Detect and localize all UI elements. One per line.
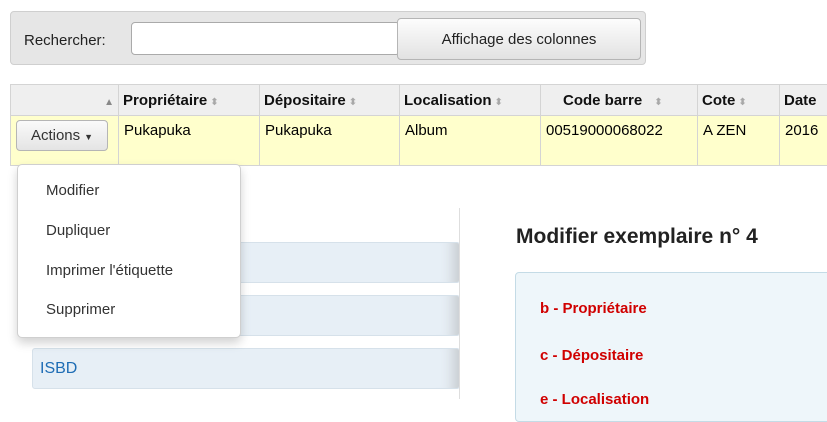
caret-down-icon: ▼ — [84, 132, 93, 142]
holder-cell: Pukapuka — [260, 116, 400, 166]
sort-icon: ⬍ — [210, 97, 218, 108]
header-label: Propriétaire — [123, 92, 207, 109]
sort-icon: ⬍ — [738, 97, 746, 108]
menu-item-print-label[interactable]: Imprimer l'étiquette — [46, 262, 173, 279]
menu-item-delete[interactable]: Supprimer — [46, 301, 115, 318]
actions-dropdown-menu: Modifier Dupliquer Imprimer l'étiquette … — [17, 164, 241, 338]
column-header-barcode[interactable]: Code barre ⬍ — [541, 85, 698, 116]
header-label: Dépositaire — [264, 92, 346, 109]
actions-dropdown-button[interactable]: Actions ▼ — [16, 120, 108, 151]
column-header-actions[interactable]: ▲ — [11, 85, 119, 116]
field-label-location: e - Localisation — [540, 391, 649, 408]
sort-icon: ⬍ — [349, 97, 357, 108]
menu-item-duplicate[interactable]: Dupliquer — [46, 222, 110, 239]
field-label-holder: c - Dépositaire — [540, 347, 643, 364]
table-header-row: ▲ Propriétaire⬍ Dépositaire⬍ Localisatio… — [11, 85, 827, 116]
header-label: Cote — [702, 92, 735, 109]
column-header-callnumber[interactable]: Cote⬍ — [698, 85, 780, 116]
barcode-cell: 00519000068022 — [541, 116, 698, 166]
sort-icon: ⬍ — [654, 97, 662, 108]
actions-cell: Actions ▼ — [11, 116, 119, 166]
header-label: Localisation — [404, 92, 492, 109]
sort-icon: ⬍ — [495, 97, 503, 108]
header-label: Code barre — [563, 92, 642, 109]
sidebar-item-isbd[interactable]: ISBD — [32, 348, 460, 389]
column-header-date[interactable]: Date — [780, 85, 827, 116]
sidebar-item-label: ISBD — [40, 360, 77, 378]
location-cell: Album — [400, 116, 541, 166]
menu-item-edit[interactable]: Modifier — [46, 182, 99, 199]
page-title: Modifier exemplaire n° 4 — [516, 225, 758, 249]
items-table: ▲ Propriétaire⬍ Dépositaire⬍ Localisatio… — [10, 84, 827, 166]
search-toolbar: Rechercher: Affichage des colonnes — [10, 11, 646, 65]
owner-cell: Pukapuka — [119, 116, 260, 166]
actions-label: Actions — [31, 127, 80, 144]
date-cell: 2016 — [780, 116, 827, 166]
table-row: Actions ▼ Pukapuka Pukapuka Album 0051900… — [11, 116, 827, 166]
column-header-location[interactable]: Localisation⬍ — [400, 85, 541, 116]
callnumber-cell: A ZEN — [698, 116, 780, 166]
header-label: Date — [784, 92, 817, 109]
column-divider — [459, 208, 460, 399]
column-header-owner[interactable]: Propriétaire⬍ — [119, 85, 260, 116]
column-header-holder[interactable]: Dépositaire⬍ — [260, 85, 400, 116]
column-visibility-button[interactable]: Affichage des colonnes — [397, 18, 641, 60]
search-input[interactable] — [131, 22, 400, 55]
search-label: Rechercher: — [24, 32, 106, 49]
sort-asc-icon: ▲ — [104, 97, 114, 108]
field-label-owner: b - Propriétaire — [540, 300, 647, 317]
fields-panel: b - Propriétaire c - Dépositaire e - Loc… — [515, 272, 827, 422]
